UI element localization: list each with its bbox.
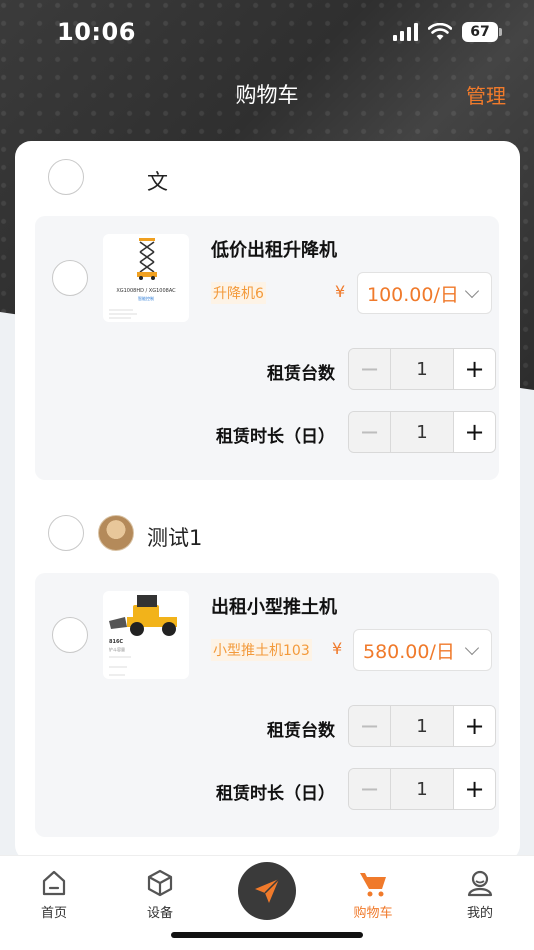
user-icon — [467, 870, 493, 897]
chevron-down-icon — [464, 640, 480, 656]
thumb-caption: 816C — [109, 639, 124, 645]
cube-icon — [147, 869, 173, 897]
quantity-increment-button[interactable]: + — [453, 706, 495, 746]
duration-value[interactable]: 1 — [391, 412, 453, 452]
currency-symbol: ¥ — [335, 282, 346, 301]
item-title: 出租小型推土机 — [211, 597, 337, 618]
thumb-sub: 铲斗容量 — [109, 647, 125, 652]
price-select[interactable]: 100.00/日 — [357, 272, 492, 314]
quantity-value[interactable]: 1 — [391, 706, 453, 746]
quantity-stepper: − 1 + — [348, 348, 496, 390]
thumb-caption: XG1008HD / XG1008AC — [116, 288, 176, 294]
paper-plane-icon — [255, 878, 280, 903]
price-value: 100.00/日 — [367, 283, 459, 306]
quantity-stepper: − 1 + — [348, 705, 496, 747]
quantity-value[interactable]: 1 — [391, 349, 453, 389]
duration-label: 租赁时长（日） — [216, 784, 335, 804]
manage-button[interactable]: 管理 — [466, 80, 506, 109]
tab-equipment[interactable]: 设备 — [120, 868, 200, 921]
product-image[interactable]: 816C 铲斗容量 — [103, 591, 189, 679]
currency-symbol: ¥ — [332, 639, 343, 658]
home-icon — [42, 870, 66, 896]
item-select-radio[interactable] — [52, 617, 88, 653]
cart-item: 816C 铲斗容量 出租小型推土机 小型推土机103 ¥ 580.00/日 租赁… — [35, 573, 499, 837]
wifi-icon — [428, 23, 452, 40]
quantity-label: 租赁台数 — [267, 364, 335, 384]
cart-card: 文 XG1008HD / XG1008AC 智能控制 低价出租升降机 升降机6 … — [15, 141, 520, 861]
scissor-lift-image — [109, 238, 157, 319]
signal-icon — [393, 23, 418, 41]
page-title: 购物车 — [235, 83, 299, 107]
shop-header: 文 — [15, 147, 520, 207]
duration-value[interactable]: 1 — [391, 769, 453, 809]
tab-home[interactable]: 首页 — [14, 868, 94, 921]
price-value: 580.00/日 — [363, 640, 455, 663]
quantity-increment-button[interactable]: + — [453, 349, 495, 389]
shop-name: 测试1 — [147, 526, 203, 550]
nav-bar: 购物车 管理 — [0, 70, 534, 118]
status-bar: 10:06 67 — [0, 0, 534, 64]
shop-avatar — [98, 515, 134, 551]
duration-stepper: − 1 + — [348, 768, 496, 810]
status-icons: 67 — [393, 22, 502, 42]
center-publish-button[interactable] — [238, 862, 296, 920]
tab-cart[interactable]: 购物车 — [333, 868, 413, 921]
product-image[interactable]: XG1008HD / XG1008AC 智能控制 — [103, 234, 189, 322]
price-select[interactable]: 580.00/日 — [353, 629, 492, 671]
quantity-label: 租赁台数 — [267, 721, 335, 741]
quantity-decrement-button[interactable]: − — [349, 706, 391, 746]
tab-label: 设备 — [146, 906, 173, 921]
item-select-radio[interactable] — [52, 260, 88, 296]
cart-icon — [360, 873, 386, 897]
shop-name: 文 — [147, 170, 168, 194]
tab-label: 我的 — [466, 906, 493, 921]
duration-stepper: − 1 + — [348, 411, 496, 453]
tab-label: 购物车 — [353, 906, 393, 921]
battery-icon: 67 — [462, 22, 502, 42]
chevron-down-icon — [464, 283, 480, 299]
cart-item: XG1008HD / XG1008AC 智能控制 低价出租升降机 升降机6 ¥ … — [35, 216, 499, 480]
item-title: 低价出租升降机 — [211, 240, 337, 261]
shop-select-radio[interactable] — [48, 159, 84, 195]
home-indicator — [171, 932, 363, 938]
status-time: 10:06 — [57, 18, 136, 46]
thumb-sub: 智能控制 — [138, 296, 154, 301]
tab-label: 首页 — [40, 906, 67, 921]
duration-decrement-button[interactable]: − — [349, 412, 391, 452]
spec-tag: 升降机6 — [211, 282, 266, 304]
duration-label: 租赁时长（日） — [216, 427, 335, 447]
duration-decrement-button[interactable]: − — [349, 769, 391, 809]
shop-header: 测试1 — [15, 503, 520, 563]
quantity-decrement-button[interactable]: − — [349, 349, 391, 389]
tab-mine[interactable]: 我的 — [440, 868, 520, 921]
duration-increment-button[interactable]: + — [453, 412, 495, 452]
duration-increment-button[interactable]: + — [453, 769, 495, 809]
spec-tag: 小型推土机103 — [211, 639, 312, 661]
shop-select-radio[interactable] — [48, 515, 84, 551]
loader-image — [109, 595, 177, 676]
